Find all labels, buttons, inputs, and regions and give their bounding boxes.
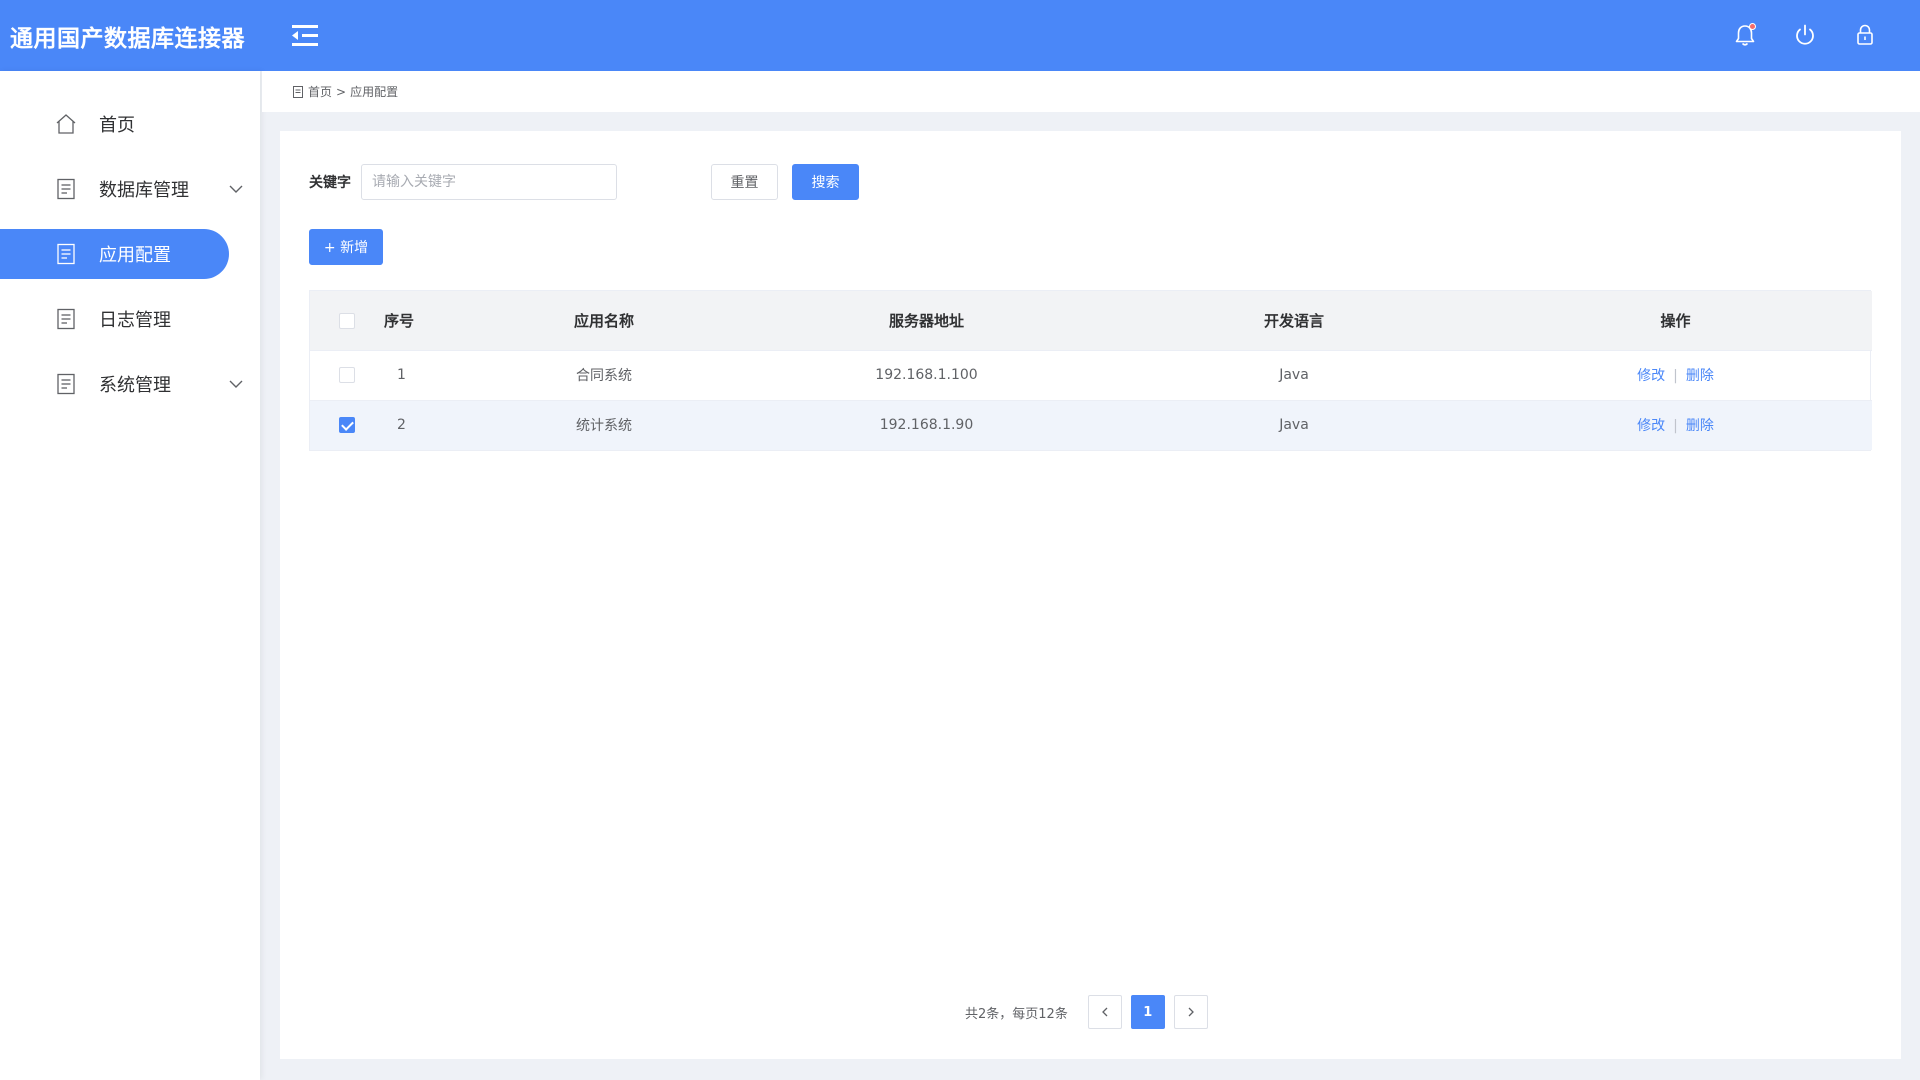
table-row: 2 统计系统 192.168.1.90 Java 修改 | 删除 xyxy=(310,399,1872,450)
search-button[interactable]: 搜索 xyxy=(792,164,859,200)
reset-button[interactable]: 重置 xyxy=(711,164,778,200)
prev-page-button[interactable] xyxy=(1087,995,1122,1029)
edit-link[interactable]: 修改 xyxy=(1637,418,1665,434)
row-language: Java xyxy=(1109,349,1479,400)
top-header: 通用国产数据库连接器 xyxy=(0,0,1920,71)
page-number-button[interactable]: 1 xyxy=(1130,995,1165,1029)
row-server-address: 192.168.1.90 xyxy=(744,399,1109,450)
column-header-actions: 操作 xyxy=(1479,291,1872,350)
row-language: Java xyxy=(1109,399,1479,450)
column-header-server-address: 服务器地址 xyxy=(744,291,1109,350)
select-all-checkbox[interactable] xyxy=(339,312,355,329)
sidebar: 首页 数据库管理 应用配置 日志管理 系统管理 xyxy=(0,71,260,1080)
edit-link[interactable]: 修改 xyxy=(1637,368,1665,384)
row-checkbox[interactable] xyxy=(339,367,355,383)
sidebar-item-label: 日志管理 xyxy=(99,310,171,331)
sidebar-item-home[interactable]: 首页 xyxy=(0,99,229,149)
breadcrumb-home[interactable]: 首页 xyxy=(308,83,332,100)
chevron-down-icon xyxy=(227,180,245,198)
notification-bell-icon[interactable] xyxy=(1730,20,1760,50)
lock-icon[interactable] xyxy=(1850,20,1880,50)
document-icon xyxy=(293,85,303,98)
document-icon xyxy=(54,307,78,331)
chevron-right-icon xyxy=(1188,1007,1194,1017)
action-separator: | xyxy=(1673,418,1678,435)
sidebar-item-database[interactable]: 数据库管理 xyxy=(0,164,243,214)
table-row: 1 合同系统 192.168.1.100 Java 修改 | 删除 xyxy=(310,349,1872,400)
sidebar-item-label: 系统管理 xyxy=(99,375,171,396)
select-all-cell xyxy=(310,291,384,350)
main-content: 关键字 重置 搜索 + 新增 序号 应用名称 服务器地址 开发语言 操作 xyxy=(280,131,1901,1059)
sidebar-item-label: 应用配置 xyxy=(99,245,171,266)
breadcrumb-current: 应用配置 xyxy=(350,85,399,99)
document-icon xyxy=(54,177,78,201)
document-icon xyxy=(54,242,78,266)
row-app-name: 合同系统 xyxy=(464,349,744,400)
pagination-total: 共2条，每页12条 xyxy=(965,1006,1068,1022)
keyword-input[interactable] xyxy=(361,164,617,200)
table-header-row: 序号 应用名称 服务器地址 开发语言 操作 xyxy=(310,291,1872,350)
notification-dot xyxy=(1749,23,1756,30)
sidebar-item-app-config[interactable]: 应用配置 xyxy=(0,229,229,279)
row-index: 2 xyxy=(384,399,464,450)
sidebar-menu: 首页 数据库管理 应用配置 日志管理 系统管理 xyxy=(0,99,260,409)
keyword-label: 关键字 xyxy=(309,175,351,191)
row-actions: 修改 | 删除 xyxy=(1479,349,1872,400)
row-index: 1 xyxy=(384,349,464,400)
breadcrumb-separator: > xyxy=(336,84,347,99)
document-icon xyxy=(54,372,78,396)
delete-link[interactable]: 删除 xyxy=(1686,418,1714,434)
column-header-app-name: 应用名称 xyxy=(464,291,744,350)
breadcrumb: 首页 > 应用配置 xyxy=(262,71,1920,112)
filter-row: 关键字 xyxy=(309,164,617,200)
column-header-index: 序号 xyxy=(384,291,464,350)
pagination: 共2条，每页12条 1 xyxy=(965,995,1217,1029)
column-header-language: 开发语言 xyxy=(1109,291,1479,350)
app-title: 通用国产数据库连接器 xyxy=(10,25,245,52)
delete-link[interactable]: 删除 xyxy=(1686,368,1714,384)
row-select-cell xyxy=(310,349,384,400)
action-separator: | xyxy=(1673,368,1678,384)
next-page-button[interactable] xyxy=(1173,995,1208,1029)
sidebar-item-label: 数据库管理 xyxy=(99,180,189,201)
row-actions: 修改 | 删除 xyxy=(1479,399,1872,450)
sidebar-item-label: 首页 xyxy=(99,115,135,136)
chevron-left-icon xyxy=(1101,1007,1108,1017)
row-checkbox-checked[interactable] xyxy=(339,417,355,434)
power-icon[interactable] xyxy=(1790,20,1820,50)
home-icon xyxy=(54,112,78,136)
chevron-down-icon xyxy=(227,375,245,393)
app-config-table: 序号 应用名称 服务器地址 开发语言 操作 1 合同系统 192.168.1.1… xyxy=(309,290,1872,451)
sidebar-item-system[interactable]: 系统管理 xyxy=(0,359,243,409)
row-app-name: 统计系统 xyxy=(464,399,744,450)
sidebar-item-logs[interactable]: 日志管理 xyxy=(0,294,229,344)
row-select-cell xyxy=(310,399,384,450)
menu-collapse-icon[interactable] xyxy=(288,21,322,51)
add-button[interactable]: + 新增 xyxy=(309,229,383,265)
row-server-address: 192.168.1.100 xyxy=(744,349,1109,400)
